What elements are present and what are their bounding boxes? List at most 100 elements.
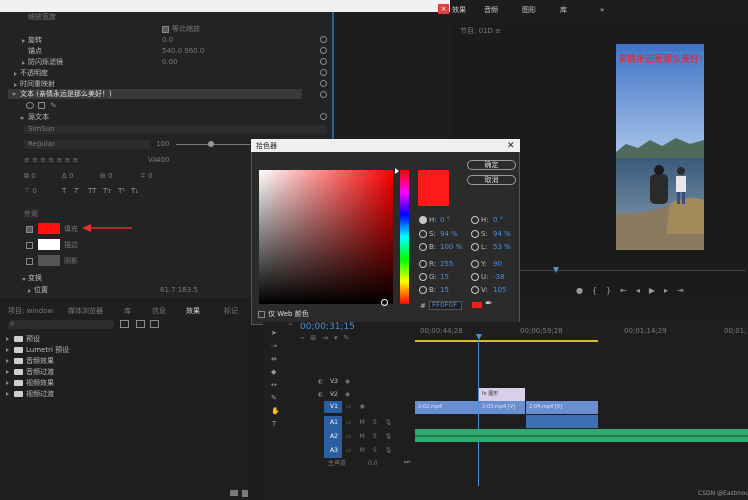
text-style-bold[interactable]: T — [62, 186, 66, 196]
tracking-value[interactable]: 400 — [156, 155, 169, 165]
expand-icon[interactable] — [6, 381, 9, 385]
color-field-cursor[interactable] — [381, 299, 388, 306]
slider-handle[interactable] — [208, 141, 214, 147]
s-radio[interactable] — [419, 230, 427, 238]
eyedropper-icon[interactable]: ✒ — [485, 299, 493, 309]
b-value[interactable]: 100 % — [440, 242, 462, 252]
fill-color-swatch[interactable] — [38, 223, 60, 234]
text-style-subscript[interactable]: T₁ — [131, 186, 138, 196]
collapse-icon[interactable] — [12, 93, 16, 96]
effects-item[interactable]: 预设 — [26, 334, 40, 344]
master-volume-value[interactable]: 0.0 — [368, 459, 378, 469]
effects-item[interactable]: 音频效果 — [26, 356, 54, 366]
audio-toggle-icons[interactable]: ▭MS🎙 — [346, 418, 400, 428]
blue-value[interactable]: 15 — [440, 285, 449, 295]
expand-icon[interactable] — [28, 289, 31, 293]
v1-clip-a[interactable]: 2-02.mp4 — [415, 401, 478, 414]
expand-icon[interactable] — [6, 348, 9, 352]
text-style-superscript[interactable]: T¹ — [118, 186, 125, 196]
hue-slider-left-arrow[interactable] — [395, 168, 399, 174]
position-value[interactable]: 61.7 183.5 — [160, 285, 198, 295]
program-monitor-title[interactable]: 节目: 01D ≡ — [460, 26, 501, 36]
ripple-edit-icon[interactable]: ⇹ — [271, 355, 277, 363]
rotate-value[interactable]: 0.0 — [162, 35, 173, 45]
timeline-timecode[interactable]: 00;00;31;15 — [300, 322, 355, 332]
effects-item[interactable]: 视频过渡 — [26, 389, 54, 399]
g-value[interactable]: 15 — [440, 272, 449, 282]
expand-icon[interactable] — [22, 39, 25, 43]
timeline-toolbar-icons[interactable]: ⌁⊞⇥▾✎ — [300, 333, 355, 343]
tab-info[interactable]: 信息 — [152, 306, 166, 316]
32bit-effects-icon[interactable] — [136, 320, 145, 328]
anchor-value[interactable]: 540.0 960.0 — [162, 46, 204, 56]
tab-project[interactable]: 项目: window — [8, 306, 53, 316]
text-style-italic[interactable]: T — [74, 186, 78, 196]
u-radio[interactable] — [471, 273, 479, 281]
shadow-color-swatch[interactable] — [38, 255, 60, 266]
timeline-playhead-head[interactable] — [476, 334, 482, 340]
blue-radio[interactable] — [419, 286, 427, 294]
expand-icon[interactable] — [6, 359, 9, 363]
track-select-icon[interactable]: ⇢ — [271, 342, 277, 350]
new-bin-icon[interactable] — [230, 490, 238, 496]
razor-tool-icon[interactable]: ◆ — [271, 368, 276, 376]
reset-icon[interactable] — [320, 91, 327, 98]
pen-icon[interactable]: ✎ — [50, 101, 57, 110]
hsl-h-value[interactable]: 0 ° — [493, 215, 503, 225]
u-value[interactable]: -38 — [493, 272, 504, 282]
tab-graphics[interactable]: 图形 — [522, 5, 536, 15]
hsl-s-value[interactable]: 94 % — [493, 229, 511, 239]
hsl-l-radio[interactable] — [471, 243, 479, 251]
flicker-value[interactable]: 0.00 — [162, 57, 178, 67]
shadow-checkbox[interactable] — [26, 258, 33, 265]
v-radio[interactable] — [471, 286, 479, 294]
audio-clip-a1[interactable] — [526, 415, 598, 428]
text-style-smallcaps[interactable]: Tт — [103, 186, 111, 196]
effects-item[interactable]: 视频效果 — [26, 378, 54, 388]
web-colors-checkbox[interactable] — [258, 311, 265, 318]
tab-markers[interactable]: 标记 — [224, 306, 238, 316]
pen-tool-icon[interactable]: ✎ — [271, 394, 277, 402]
track-toggle-icons[interactable]: ▭◉ — [346, 402, 373, 412]
stroke-color-swatch[interactable] — [38, 239, 60, 250]
graphic-clip[interactable]: fx 图形 — [479, 388, 525, 401]
tab-effects[interactable]: 效果 — [452, 5, 466, 15]
transport-controls[interactable]: ●{}⇤◂▶▸⇥ — [576, 286, 693, 296]
effects-item[interactable]: Lumetri 预设 — [26, 345, 69, 355]
video-preview[interactable]: 亲情永远是那么美好！ — [616, 44, 704, 250]
reset-icon[interactable] — [320, 80, 327, 87]
tab-effects-panel[interactable]: 效果 — [186, 306, 200, 316]
reset-icon[interactable] — [320, 47, 327, 54]
v1-clip-c[interactable]: 2-04.mp4 [V] — [526, 401, 598, 414]
yuv-effects-icon[interactable] — [150, 320, 159, 328]
expand-icon[interactable] — [14, 83, 17, 87]
v1-clip-b[interactable]: 2-03.mp4 [V] — [479, 401, 525, 414]
hsl-l-value[interactable]: 53 % — [493, 242, 511, 252]
hsl-h-radio[interactable] — [471, 216, 479, 224]
ellipse-mask-icon[interactable] — [26, 102, 34, 109]
fill-checkbox[interactable] — [26, 226, 33, 233]
track-toggle-icons[interactable]: ◐▭◉ — [318, 390, 358, 400]
uniform-scale-checkbox[interactable] — [162, 26, 169, 33]
hsl-s-radio[interactable] — [471, 230, 479, 238]
reset-icon[interactable] — [320, 36, 327, 43]
effects-item[interactable]: 音频过渡 — [26, 367, 54, 377]
font-size-value[interactable]: 100 — [156, 139, 169, 149]
hue-slider[interactable] — [400, 170, 409, 304]
color-field[interactable] — [259, 170, 393, 304]
delete-icon[interactable] — [242, 490, 248, 497]
h-radio[interactable] — [419, 216, 427, 224]
close-icon[interactable]: × — [438, 4, 449, 14]
accelerated-effects-icon[interactable] — [120, 320, 129, 328]
tab-libraries[interactable]: 库 — [560, 5, 567, 15]
master-end-icon[interactable]: ⏭ — [404, 457, 410, 467]
v-value[interactable]: 105 — [493, 285, 506, 295]
rectangle-mask-icon[interactable] — [38, 102, 45, 109]
r-radio[interactable] — [419, 260, 427, 268]
work-area-bar[interactable] — [415, 340, 598, 342]
expand-icon[interactable] — [14, 72, 17, 76]
effects-search-input[interactable] — [8, 320, 114, 329]
tab-media-browser[interactable]: 媒体浏览器 — [68, 306, 103, 316]
reset-icon[interactable] — [320, 58, 327, 65]
expand-icon[interactable] — [6, 392, 9, 396]
